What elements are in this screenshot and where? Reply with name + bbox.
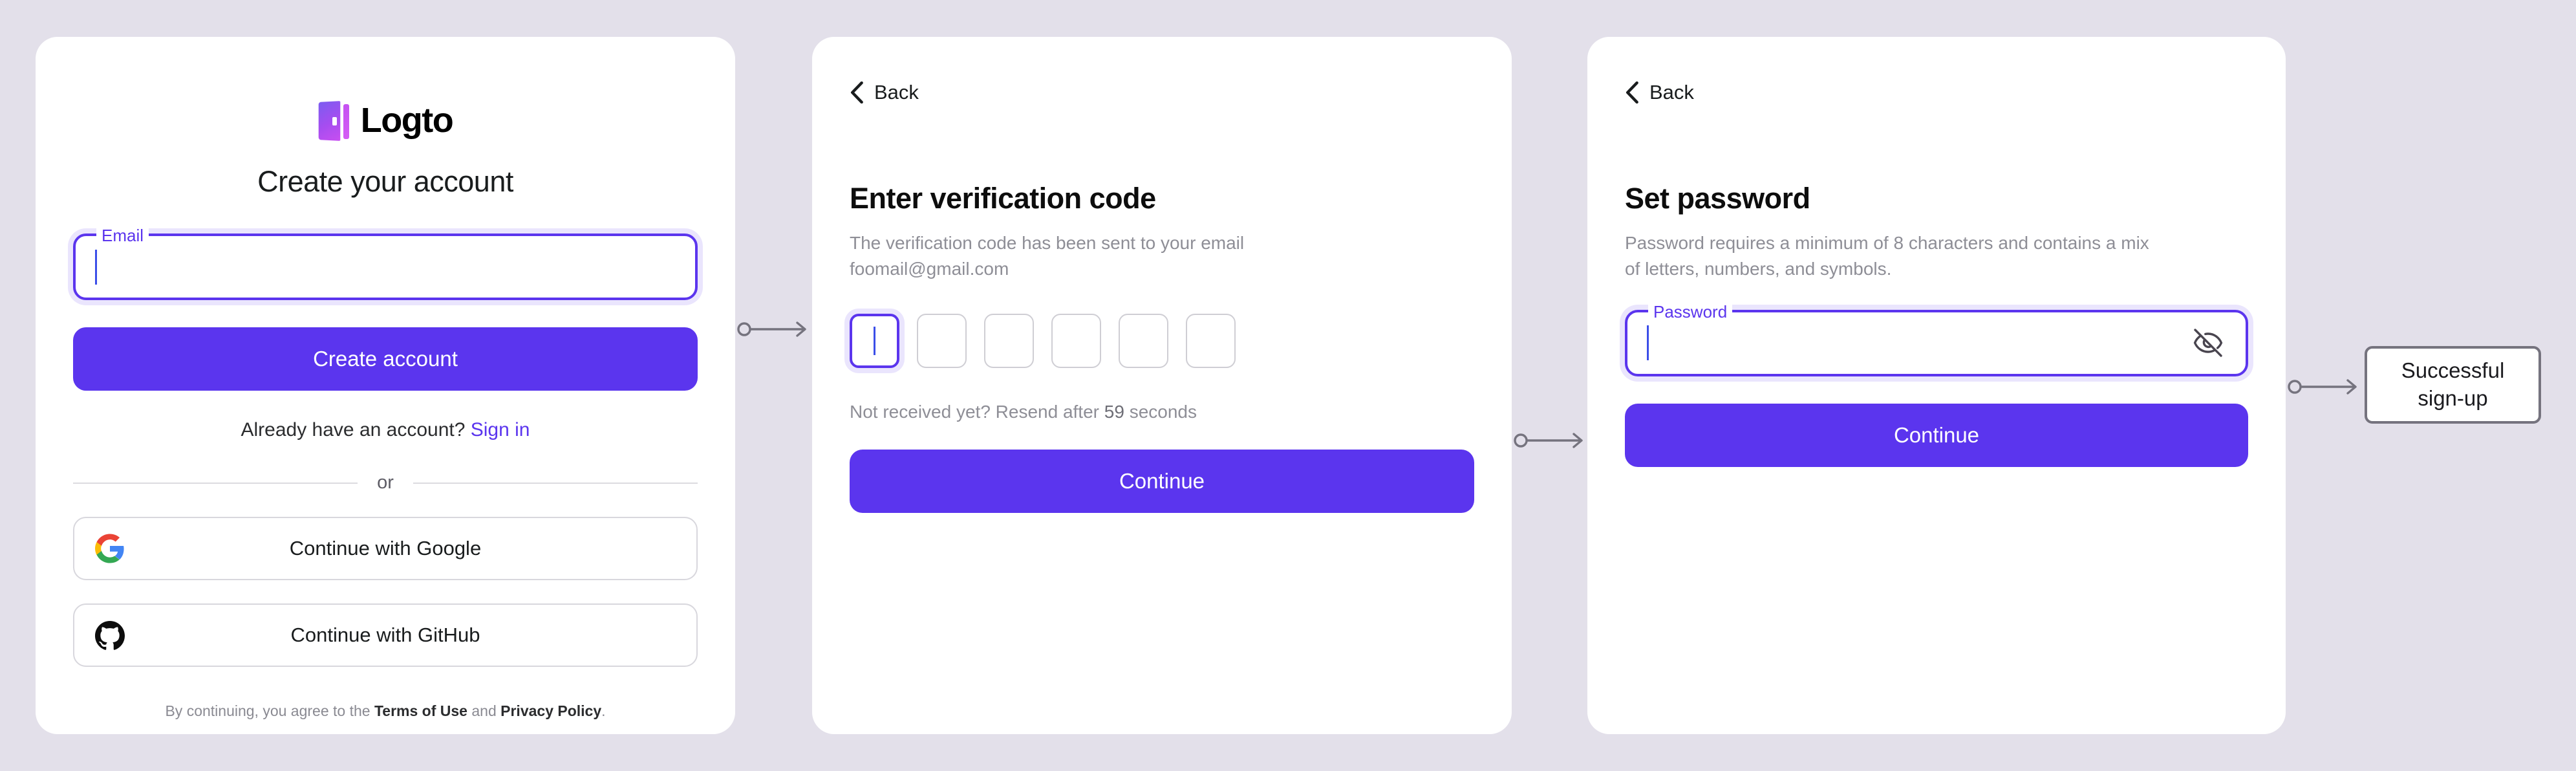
otp-digit-3[interactable] xyxy=(984,313,1034,368)
otp-digit-4[interactable] xyxy=(1051,313,1101,368)
sign-in-prompt-text: Already have an account? xyxy=(241,419,466,440)
github-icon xyxy=(94,619,126,651)
verification-description: The verification code has been sent to y… xyxy=(850,232,1245,279)
verification-title: Enter verification code xyxy=(850,182,1156,215)
connector-verification-to-password xyxy=(1514,433,1583,448)
continue-with-github-label: Continue with GitHub xyxy=(290,624,480,646)
terms-notice: By continuing, you agree to the Terms of… xyxy=(73,702,698,721)
terms-prefix: By continuing, you agree to the xyxy=(165,702,374,719)
email-field-label: Email xyxy=(96,227,149,244)
password-continue-button[interactable]: Continue xyxy=(1625,403,2248,467)
divider-label: or xyxy=(377,472,394,493)
back-button-verification[interactable]: Back xyxy=(850,81,919,104)
terms-middle: and xyxy=(467,702,501,719)
connector-signup-to-verification xyxy=(737,321,806,337)
resend-suffix: seconds xyxy=(1124,401,1197,422)
verification-form: Enter verification code The verification… xyxy=(850,182,1474,513)
otp-caret xyxy=(874,326,875,355)
verification-code-card: Back Enter verification code The verific… xyxy=(812,37,1512,734)
continue-with-google-button[interactable]: Continue with Google xyxy=(73,517,698,580)
logto-logo: Logto xyxy=(36,100,735,141)
divider: or xyxy=(73,472,698,494)
sign-up-form: Email Create account Already have an acc… xyxy=(36,227,735,721)
resend-prefix: Not received yet? Resend after xyxy=(850,401,1104,422)
password-field-caret xyxy=(1647,325,1649,361)
set-password-title: Set password xyxy=(1625,182,1810,215)
otp-digit-6[interactable] xyxy=(1186,313,1236,368)
privacy-policy-link[interactable]: Privacy Policy xyxy=(500,702,601,719)
signup-flow-diagram: Logto Create your account Email Create a… xyxy=(0,0,2576,771)
sign-up-title: Create your account xyxy=(257,165,513,198)
otp-digit-1[interactable] xyxy=(850,313,899,368)
continue-with-google-label: Continue with Google xyxy=(289,537,482,559)
verification-code-input[interactable] xyxy=(850,313,1474,368)
successful-sign-up-node: Successful sign-up xyxy=(2365,346,2541,424)
sign-in-link[interactable]: Sign in xyxy=(471,419,530,440)
email-field[interactable]: Email xyxy=(73,227,698,300)
sign-up-card: Logto Create your account Email Create a… xyxy=(36,37,735,734)
terms-of-use-link[interactable]: Terms of Use xyxy=(374,702,467,719)
set-password-form: Set password Password requires a minimum… xyxy=(1625,182,2248,467)
otp-digit-2[interactable] xyxy=(917,313,967,368)
password-field-label: Password xyxy=(1648,303,1733,320)
eye-off-icon[interactable] xyxy=(2193,327,2224,358)
connector-password-to-success xyxy=(2288,379,2357,395)
create-account-button[interactable]: Create account xyxy=(73,327,698,391)
google-icon xyxy=(94,532,126,565)
terms-suffix: . xyxy=(601,702,606,719)
set-password-description: Password requires a minimum of 8 charact… xyxy=(1625,232,2149,279)
sign-in-prompt: Already have an account? Sign in xyxy=(73,419,698,441)
chevron-left-icon xyxy=(850,81,863,103)
password-field[interactable]: Password xyxy=(1625,303,2248,376)
continue-with-github-button[interactable]: Continue with GitHub xyxy=(73,603,698,667)
back-button-password[interactable]: Back xyxy=(1625,81,1694,104)
divider-line-left xyxy=(73,482,358,484)
logto-door-icon xyxy=(318,100,350,141)
set-password-card: Back Set password Password requires a mi… xyxy=(1587,37,2286,734)
verification-continue-button[interactable]: Continue xyxy=(850,449,1474,513)
back-label-verification: Back xyxy=(874,81,919,103)
otp-digit-5[interactable] xyxy=(1119,313,1168,368)
email-field-caret xyxy=(95,249,97,285)
resend-countdown: 59 xyxy=(1104,401,1124,422)
resend-notice: Not received yet? Resend after 59 second… xyxy=(850,402,1474,422)
brand-name: Logto xyxy=(360,101,454,140)
divider-line-right xyxy=(413,482,698,484)
back-label-password: Back xyxy=(1649,81,1694,103)
chevron-left-icon xyxy=(1626,81,1638,103)
